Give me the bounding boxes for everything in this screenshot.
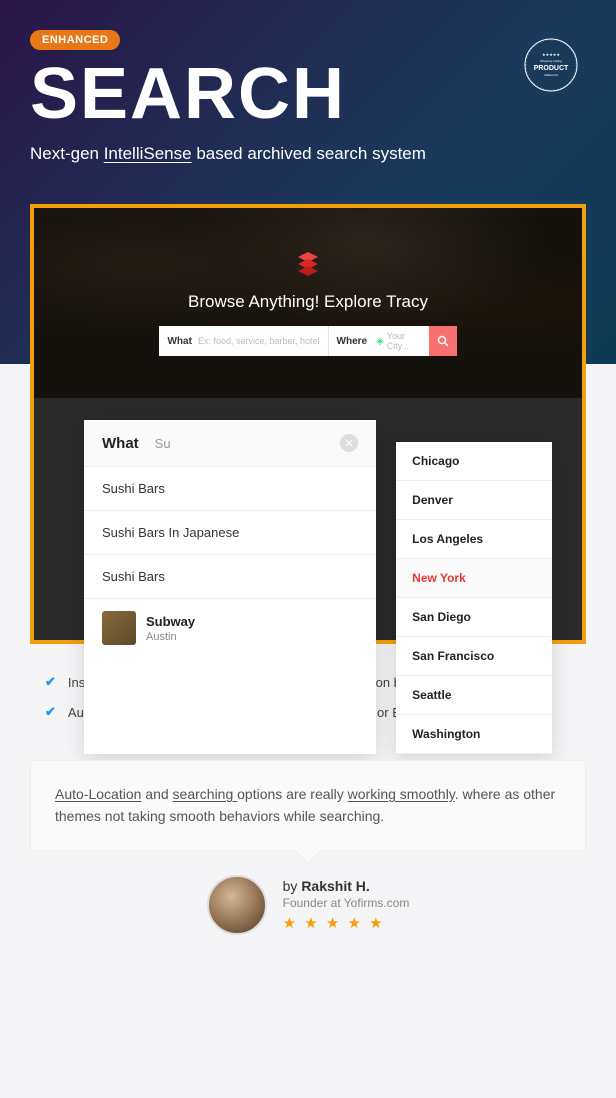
author-name: by Rakshit H.: [283, 878, 410, 894]
svg-text:Directory Listing: Directory Listing: [540, 59, 562, 63]
search-what-field[interactable]: What Ex: food, service, barber, hotel: [159, 326, 328, 356]
star-rating: ★ ★ ★ ★ ★: [283, 914, 410, 932]
suggestion-item[interactable]: Sushi Bars In Japanese: [84, 511, 376, 555]
suggestion-thumbnail: [102, 611, 136, 645]
city-item[interactable]: Seattle: [396, 676, 552, 715]
check-icon: ✔: [45, 674, 56, 690]
what-dropdown-header: What Su ✕: [84, 420, 376, 467]
svg-text:★★★★★: ★★★★★: [542, 52, 560, 57]
demo-frame: Browse Anything! Explore Tracy What Ex: …: [30, 204, 586, 644]
testimonial-box: Auto-Location and searching options are …: [30, 760, 586, 851]
search-button[interactable]: [429, 326, 457, 356]
page-title: SEARCH: [30, 58, 586, 130]
city-item[interactable]: Los Angeles: [396, 520, 552, 559]
author-role: Founder at Yofirms.com: [283, 896, 410, 910]
city-item-active[interactable]: New York: [396, 559, 552, 598]
city-item[interactable]: Chicago: [396, 442, 552, 481]
suggestion-item[interactable]: Sushi Bars: [84, 555, 376, 599]
what-dropdown: What Su ✕ Sushi Bars Sushi Bars In Japan…: [84, 420, 376, 754]
location-icon: ◈: [376, 336, 384, 347]
demo-logo-icon: [294, 250, 322, 278]
demo-tagline: Browse Anything! Explore Tracy: [188, 292, 428, 312]
author-block: by Rakshit H. Founder at Yofirms.com ★ ★…: [0, 875, 616, 935]
suggestion-item[interactable]: Sushi Bars: [84, 467, 376, 511]
author-avatar: [207, 875, 267, 935]
product-badge: ★★★★★ Directory Listing PRODUCTMarket Fit: [516, 30, 586, 100]
where-dropdown: Chicago Denver Los Angeles New York San …: [396, 442, 552, 754]
check-icon: ✔: [45, 704, 56, 720]
enhanced-badge: ENHANCED: [30, 30, 120, 50]
search-icon: [437, 335, 449, 347]
search-where-field[interactable]: Where ◈ Your City...: [329, 326, 429, 356]
svg-text:PRODUCT: PRODUCT: [534, 65, 569, 72]
search-bar: What Ex: food, service, barber, hotel Wh…: [159, 326, 456, 356]
page-subtitle: Next-gen IntelliSense based archived sea…: [30, 144, 586, 164]
clear-icon[interactable]: ✕: [340, 434, 358, 452]
suggestion-item-rich[interactable]: Subway Austin: [84, 599, 376, 657]
city-item[interactable]: Denver: [396, 481, 552, 520]
what-input-value[interactable]: Su: [155, 436, 171, 451]
svg-text:Market Fit: Market Fit: [544, 73, 558, 77]
city-item[interactable]: Washington: [396, 715, 552, 754]
city-item[interactable]: San Francisco: [396, 637, 552, 676]
city-item[interactable]: San Diego: [396, 598, 552, 637]
demo-header: Browse Anything! Explore Tracy What Ex: …: [34, 208, 582, 398]
